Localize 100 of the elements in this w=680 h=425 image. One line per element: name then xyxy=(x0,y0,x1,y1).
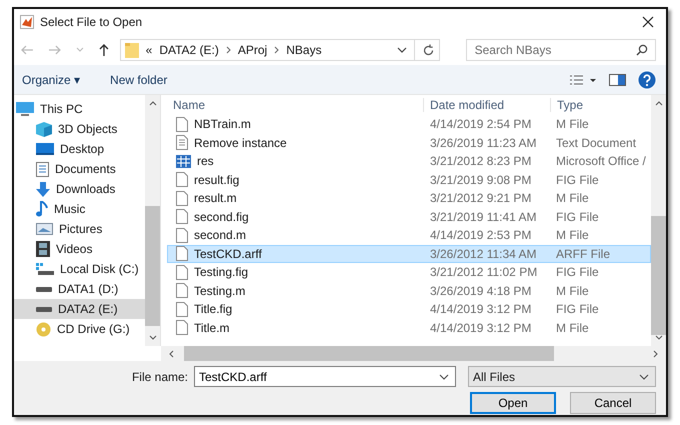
type-cell-text: FIG File xyxy=(555,172,600,187)
file-row[interactable]: NBTrain.m 4/14/2019 2:54 PM M File xyxy=(167,115,651,134)
scroll-right-icon[interactable] xyxy=(653,350,658,358)
scroll-down-icon[interactable] xyxy=(654,335,662,340)
date-cell-text: 3/26/2012 11:34 AM xyxy=(429,246,538,261)
date-cell-text: 3/21/2012 11:02 PM xyxy=(429,265,538,280)
file-icon xyxy=(176,228,188,243)
date-cell-text: 4/14/2019 2:54 PM xyxy=(429,117,532,132)
sidebar-item[interactable]: 3D Objects xyxy=(14,119,145,139)
date-cell-text: 3/26/2019 11:23 AM xyxy=(429,136,538,150)
type-cell-text: FIG File xyxy=(555,302,600,316)
help-icon[interactable] xyxy=(638,70,656,88)
sidebar-item[interactable]: Pictures xyxy=(14,219,145,239)
file-name: res xyxy=(197,154,214,168)
type-cell-text: M File xyxy=(555,228,590,242)
drive-icon xyxy=(36,306,52,312)
file-row[interactable]: Testing.m 3/26/2019 4:18 PM M File xyxy=(167,282,651,300)
file-row[interactable]: Title.m 4/14/2019 3:12 PM M File xyxy=(167,318,651,337)
type-cell-text: FIG File xyxy=(555,265,600,280)
file-name: second.m xyxy=(194,228,246,242)
sidebar-item[interactable]: Documents xyxy=(14,159,145,179)
date-cell-text: 4/14/2019 3:12 PM xyxy=(429,320,532,335)
type-cell-text: M File xyxy=(555,117,590,132)
column-header[interactable]: Date modified xyxy=(423,98,550,112)
close-icon[interactable] xyxy=(642,16,654,28)
sidebar-item[interactable]: CD Drive (G:) xyxy=(14,319,145,339)
file-name-label: File name: xyxy=(132,370,188,384)
file-row[interactable]: second.m 4/14/2019 2:53 PM M File xyxy=(167,226,651,244)
scroll-up-icon[interactable] xyxy=(654,101,662,106)
column-header[interactable]: Name xyxy=(167,98,423,112)
file-icon xyxy=(176,190,188,206)
file-row[interactable]: result.fig 3/21/2019 9:08 PM FIG File xyxy=(167,170,651,189)
file-name: Title.m xyxy=(194,320,230,335)
file-name: Testing.m xyxy=(194,284,246,298)
open-button[interactable]: Open xyxy=(470,392,556,414)
cancel-button[interactable]: Cancel xyxy=(570,392,656,414)
organize-menu[interactable]: Organize ▾ xyxy=(20,70,82,88)
breadcrumb[interactable]: NBays xyxy=(286,43,322,57)
file-name: Title.fig xyxy=(194,302,232,316)
type-cell-text: Microsoft Office / xyxy=(555,154,647,168)
chevron-down-icon xyxy=(639,374,649,380)
scrollbar[interactable] xyxy=(145,95,160,346)
text-file-icon xyxy=(176,135,188,150)
new-folder-button[interactable]: New folder xyxy=(108,70,170,88)
file-row[interactable]: Testing.fig 3/21/2012 11:02 PM FIG File xyxy=(167,263,651,282)
file-row[interactable]: TestCKD.arff 3/26/2012 11:34 AM ARFF File xyxy=(167,244,651,263)
scroll-up-icon[interactable] xyxy=(148,101,156,106)
file-name: result.fig xyxy=(194,172,240,187)
drive-icon xyxy=(36,286,52,292)
sidebar-item[interactable]: Desktop xyxy=(14,139,145,159)
type-cell-text: M File xyxy=(555,191,590,206)
file-row[interactable]: res 3/21/2012 8:23 PM Microsoft Office / xyxy=(167,152,651,170)
address-bar[interactable]: « DATA2 (E:) AProj NBays xyxy=(120,39,440,61)
system-drive-icon xyxy=(36,263,54,275)
breadcrumb[interactable]: « xyxy=(146,43,152,57)
breadcrumb[interactable]: AProj xyxy=(238,43,268,57)
chevron-down-icon[interactable] xyxy=(439,374,449,380)
date-cell-text: 3/21/2019 9:08 PM xyxy=(429,172,532,187)
scroll-down-icon[interactable] xyxy=(148,335,156,340)
preview-pane-icon[interactable] xyxy=(609,74,626,86)
sidebar-item[interactable]: This PC xyxy=(14,99,145,119)
file-icon xyxy=(176,283,188,298)
file-name-field[interactable]: TestCKD.arff xyxy=(194,366,456,387)
file-row[interactable]: result.m 3/21/2012 9:21 PM M File xyxy=(167,189,651,208)
sidebar-item[interactable]: Local Disk (C:) xyxy=(14,259,145,279)
file-icon xyxy=(176,172,188,188)
music-note-icon xyxy=(36,201,48,217)
scroll-left-icon[interactable] xyxy=(169,350,174,358)
type-cell-text: ARFF File xyxy=(555,246,611,261)
sidebar-item[interactable]: Music xyxy=(14,199,145,219)
file-row[interactable]: Title.fig 4/14/2019 3:12 PM FIG File xyxy=(167,300,651,318)
sidebar-item[interactable]: Videos xyxy=(14,239,145,259)
file-type-dropdown[interactable]: All Files xyxy=(468,366,656,387)
scrollbar[interactable] xyxy=(651,95,666,346)
type-cell-text: FIG File xyxy=(555,210,600,224)
document-icon xyxy=(36,162,49,176)
desktop-icon xyxy=(36,143,54,155)
view-options-icon[interactable] xyxy=(569,74,597,86)
file-name: NBTrain.m xyxy=(194,117,251,132)
sidebar-item[interactable]: Downloads xyxy=(14,179,145,199)
date-cell-text: 3/21/2012 9:21 PM xyxy=(429,191,532,206)
cube-icon xyxy=(36,122,52,136)
search-field[interactable]: Search NBays xyxy=(466,39,656,61)
file-row[interactable]: Remove instance 3/26/2019 11:23 AM Text Document xyxy=(167,134,651,152)
horizontal-scrollbar[interactable] xyxy=(161,346,666,361)
refresh-icon[interactable] xyxy=(422,44,435,56)
file-name: result.m xyxy=(194,191,237,206)
date-cell-text: 3/21/2012 8:23 PM xyxy=(429,154,532,168)
date-cell-text: 3/26/2019 4:18 PM xyxy=(429,284,532,298)
file-icon xyxy=(176,246,188,262)
up-arrow-icon[interactable] xyxy=(98,43,110,57)
file-row[interactable]: second.fig 3/21/2019 11:41 AM FIG File xyxy=(167,208,651,226)
chevron-right-icon xyxy=(274,46,280,54)
sidebar-item[interactable]: DATA2 (E:) xyxy=(14,299,145,319)
sidebar-item[interactable]: DATA1 (D:) xyxy=(14,279,145,299)
chevron-down-icon[interactable] xyxy=(396,46,407,54)
download-arrow-icon xyxy=(36,182,50,196)
date-cell-text: 3/21/2019 11:41 AM xyxy=(429,210,538,224)
breadcrumb[interactable]: DATA2 (E:) xyxy=(159,43,219,57)
film-icon xyxy=(36,241,50,257)
